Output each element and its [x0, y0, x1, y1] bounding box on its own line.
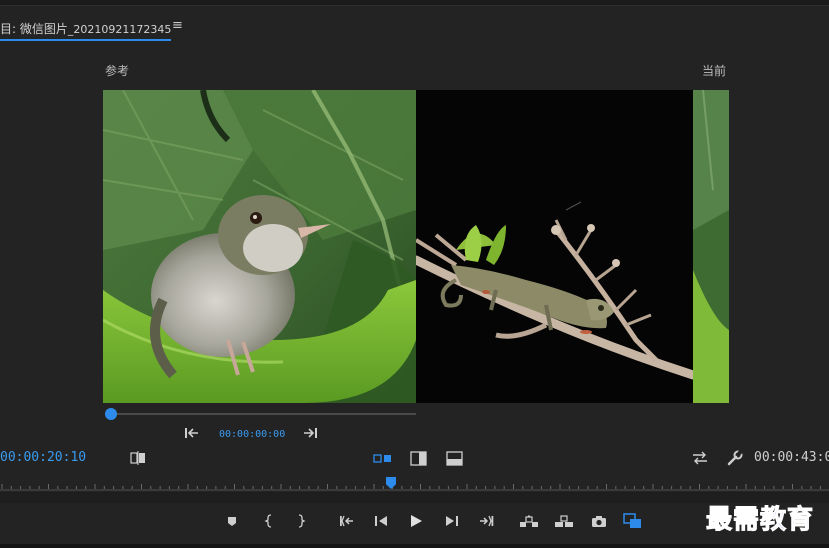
panel-menu-icon[interactable]: ≡ — [172, 18, 183, 33]
comparison-view-button[interactable] — [622, 510, 644, 532]
go-to-in-button[interactable] — [336, 510, 358, 532]
tab-title-underline: 目: 微信图片_20210921172345 — [0, 20, 172, 41]
mark-out-icon — [298, 514, 306, 528]
go-to-out-button[interactable] — [475, 510, 497, 532]
tab-title-suffix: _20210921172345 — [67, 23, 172, 36]
wrench-icon[interactable] — [727, 450, 743, 466]
reference-label: 参考 — [105, 64, 130, 78]
go-to-in-icon — [340, 515, 353, 527]
lift-button[interactable] — [518, 510, 540, 532]
next-frame-edge-image — [693, 90, 729, 403]
step-forward-icon — [304, 428, 317, 438]
panel-bottom-border — [0, 544, 829, 548]
reference-playhead[interactable] — [105, 408, 117, 420]
duration-timecode: 00:00:43:00 — [754, 450, 829, 465]
add-marker-button[interactable] — [221, 510, 243, 532]
watermark-logo: 最需教育 — [705, 505, 815, 536]
ruler-baseline — [0, 489, 829, 491]
step-back-button[interactable] — [370, 510, 392, 532]
panel-tab-row: 目: 微信图片_20210921172345 ≡ — [0, 6, 829, 41]
reference-frame-image — [103, 90, 416, 403]
current-label: 当前 — [702, 64, 727, 78]
reference-timecode[interactable]: 00:00:00:00 — [219, 429, 285, 440]
comparison-view-icon — [623, 513, 641, 528]
mark-out-button[interactable] — [290, 510, 312, 532]
mark-in-icon — [264, 514, 272, 528]
split-view-icon[interactable] — [373, 453, 393, 465]
lift-icon — [520, 515, 538, 527]
side-by-side-compare-icon[interactable] — [130, 451, 146, 465]
play-button[interactable] — [405, 510, 427, 532]
current-frame-image — [416, 90, 693, 403]
playhead-timecode[interactable]: 00:00:20:10 — [0, 450, 86, 465]
camera-icon — [592, 515, 606, 527]
mark-in-button[interactable] — [258, 510, 280, 532]
marker-icon — [228, 517, 236, 526]
go-to-out-icon — [480, 515, 494, 527]
program-monitor-tab[interactable]: 目: 微信图片_20210921172345 — [0, 20, 172, 41]
step-back-icon — [185, 428, 198, 438]
zoom-scroll-bar[interactable] — [0, 492, 829, 503]
horizontal-split-icon[interactable] — [446, 451, 463, 466]
reference-step-forward-button[interactable] — [302, 426, 318, 443]
tab-title-name: 微信图片 — [19, 22, 68, 36]
reference-scrub-bar[interactable] — [110, 413, 416, 415]
swap-sides-icon[interactable] — [692, 451, 708, 465]
extract-icon — [555, 515, 573, 527]
vertical-split-icon[interactable] — [410, 451, 427, 466]
export-frame-button[interactable] — [588, 510, 610, 532]
step-forward-frame-icon — [446, 516, 458, 526]
step-back-frame-icon — [375, 516, 387, 526]
extract-button[interactable] — [553, 510, 575, 532]
step-forward-button[interactable] — [441, 510, 463, 532]
play-icon — [411, 515, 422, 527]
reference-step-back-button[interactable] — [184, 426, 200, 443]
tab-title-prefix: 目: — [0, 22, 20, 36]
